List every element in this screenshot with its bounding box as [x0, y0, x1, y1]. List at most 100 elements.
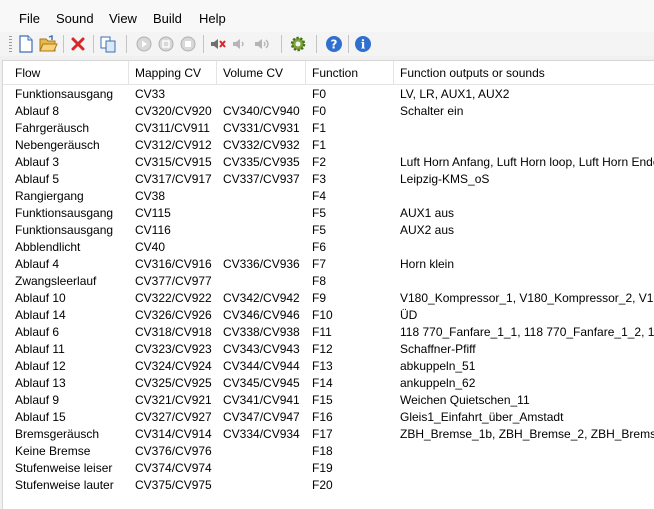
cell-function-outputs: Leipzig-KMS_oS: [400, 172, 490, 186]
table-row[interactable]: Ablauf 3 CV315/CV915 CV335/CV935 F2 Luft Hor…: [3, 154, 654, 171]
cell-mapping-cv: CV326/CV926: [135, 308, 212, 322]
cell-mapping-cv: CV375/CV975: [135, 478, 212, 492]
cell-flow: Ablauf 10: [15, 291, 66, 305]
cell-function: F5: [312, 206, 327, 220]
info-icon[interactable]: i: [353, 34, 373, 54]
toolbar-separator: [203, 35, 204, 53]
toolbar-separator: [126, 35, 127, 53]
cell-function: F19: [312, 461, 333, 475]
cell-function: F9: [312, 291, 327, 305]
menu-sound[interactable]: Sound: [56, 11, 94, 26]
table-row[interactable]: Stufenweise lauter CV375/CV975 F20: [3, 477, 654, 494]
column-header-volume-cv[interactable]: Volume CV: [216, 61, 305, 84]
menu-help[interactable]: Help: [199, 11, 226, 26]
table-row[interactable]: Ablauf 8 CV320/CV920 CV340/CV940 F0 Schalter…: [3, 103, 654, 120]
svg-text:i: i: [361, 38, 366, 52]
new-file-icon[interactable]: [16, 34, 36, 54]
table-row[interactable]: Abblendlicht CV40 F6: [3, 239, 654, 256]
table-row[interactable]: Ablauf 4 CV316/CV916 CV336/CV936 F7 Horn kle…: [3, 256, 654, 273]
cell-function-outputs: AUX1 aus: [400, 206, 455, 220]
table-row[interactable]: Ablauf 14 CV326/CV926 CV346/CV946 F10 ÜD: [3, 307, 654, 324]
column-header-function-outputs[interactable]: Function outputs or sounds: [393, 61, 654, 84]
column-header-function[interactable]: Function: [305, 61, 393, 84]
cell-function: F12: [312, 342, 333, 356]
menu-file[interactable]: File: [19, 11, 40, 26]
cell-mapping-cv: CV38: [135, 189, 166, 203]
delete-icon[interactable]: [68, 34, 88, 54]
table-row[interactable]: Funktionsausgang CV116 F5 AUX2 aus: [3, 222, 654, 239]
table-row[interactable]: Funktionsausgang CV33 F0 LV, LR, AUX1, AUX2: [3, 86, 654, 103]
cell-mapping-cv: CV40: [135, 240, 166, 254]
cell-function: F8: [312, 274, 327, 288]
cell-function: F10: [312, 308, 333, 322]
table-row[interactable]: Zwangsleerlauf CV377/CV977 F8: [3, 273, 654, 290]
cell-function-outputs: Schaffner-Pfiff: [400, 342, 476, 356]
cell-flow: Stufenweise leiser: [15, 461, 113, 475]
help-icon[interactable]: ?: [324, 34, 344, 54]
stop-all-icon[interactable]: [178, 34, 198, 54]
stop-icon[interactable]: [156, 34, 176, 54]
cell-volume-cv: CV338/CV938: [223, 325, 300, 339]
column-header-mapping-cv[interactable]: Mapping CV: [128, 61, 216, 84]
column-header-flow[interactable]: Flow: [8, 61, 123, 84]
table-row[interactable]: Bremsgeräusch CV314/CV914 CV334/CV934 F17 ZB…: [3, 426, 654, 443]
table-row[interactable]: Ablauf 10 CV322/CV922 CV342/CV942 F9 V180_Ko…: [3, 290, 654, 307]
cell-volume-cv: CV343/CV943: [223, 342, 300, 356]
cell-function: F4: [312, 189, 327, 203]
table-row[interactable]: Ablauf 9 CV321/CV921 CV341/CV941 F15 Weichen…: [3, 392, 654, 409]
cell-flow: Ablauf 4: [15, 257, 60, 271]
cell-function: F5: [312, 223, 327, 237]
copy-icon[interactable]: [98, 34, 118, 54]
cell-function-outputs: Gleis1_Einfahrt_über_Amstadt: [400, 410, 564, 424]
table-row[interactable]: Ablauf 13 CV325/CV925 CV345/CV945 F14 ankupp…: [3, 375, 654, 392]
settings-icon[interactable]: [288, 34, 308, 54]
cell-flow: Ablauf 12: [15, 359, 66, 373]
list-header: Flow Mapping CV Volume CV Function Funct…: [3, 61, 654, 85]
cell-volume-cv: CV342/CV942: [223, 291, 300, 305]
cell-flow: Ablauf 14: [15, 308, 66, 322]
mute-icon[interactable]: [208, 34, 228, 54]
table-row[interactable]: Stufenweise leiser CV374/CV974 F19: [3, 460, 654, 477]
cell-mapping-cv: CV322/CV922: [135, 291, 212, 305]
play-icon[interactable]: [134, 34, 154, 54]
cell-function: F13: [312, 359, 333, 373]
toolbar-separator: [316, 35, 317, 53]
cell-flow: Funktionsausgang: [15, 87, 114, 101]
cell-function-outputs: Schalter ein: [400, 104, 464, 118]
cell-function-outputs: Luft Horn Anfang, Luft Horn loop, Luft H…: [400, 155, 654, 169]
cell-flow: Ablauf 9: [15, 393, 60, 407]
table-row[interactable]: Rangiergang CV38 F4: [3, 188, 654, 205]
cell-mapping-cv: CV33: [135, 87, 166, 101]
table-row[interactable]: Ablauf 5 CV317/CV917 CV337/CV937 F3 Leipzig-…: [3, 171, 654, 188]
table-row[interactable]: Ablauf 12 CV324/CV924 CV344/CV944 F13 abkupp…: [3, 358, 654, 375]
cell-flow: Funktionsausgang: [15, 223, 114, 237]
table-row[interactable]: Ablauf 6 CV318/CV918 CV338/CV938 F11 118 770…: [3, 324, 654, 341]
open-folder-icon[interactable]: [38, 34, 58, 54]
menu-build[interactable]: Build: [153, 11, 182, 26]
cell-volume-cv: CV332/CV932: [223, 138, 300, 152]
menu-view[interactable]: View: [109, 11, 137, 26]
cell-flow: Fahrgeräusch: [15, 121, 90, 135]
cell-flow: Ablauf 13: [15, 376, 66, 390]
cell-flow: Ablauf 11: [15, 342, 65, 356]
table-row[interactable]: Keine Bremse CV376/CV976 F18: [3, 443, 654, 460]
cell-mapping-cv: CV374/CV974: [135, 461, 212, 475]
menu-bar: File Sound View Build Help: [0, 0, 654, 32]
table-row[interactable]: Nebengeräusch CV312/CV912 CV332/CV932 F1: [3, 137, 654, 154]
table-row[interactable]: Fahrgeräusch CV311/CV911 CV331/CV931 F1: [3, 120, 654, 137]
function-mapping-list[interactable]: Flow Mapping CV Volume CV Function Funct…: [2, 60, 654, 509]
cell-function: F7: [312, 257, 327, 271]
cell-function-outputs: AUX2 aus: [400, 223, 455, 237]
volume-low-icon[interactable]: [230, 34, 250, 54]
table-row[interactable]: Ablauf 15 CV327/CV927 CV347/CV947 F16 Gleis1…: [3, 409, 654, 426]
table-row[interactable]: Funktionsausgang CV115 F5 AUX1 aus: [3, 205, 654, 222]
cell-mapping-cv: CV376/CV976: [135, 444, 212, 458]
cell-volume-cv: CV347/CV947: [223, 410, 300, 424]
toolbar-grip[interactable]: [9, 36, 12, 53]
volume-high-icon[interactable]: [252, 34, 272, 54]
table-row[interactable]: Ablauf 11 CV323/CV923 CV343/CV943 F12 Schaff…: [3, 341, 654, 358]
cell-function-outputs: ZBH_Bremse_1b, ZBH_Bremse_2, ZBH_Bremse_…: [400, 427, 654, 441]
cell-function: F1: [312, 138, 327, 152]
cell-function: F11: [312, 325, 332, 339]
cell-mapping-cv: CV314/CV914: [135, 427, 212, 441]
